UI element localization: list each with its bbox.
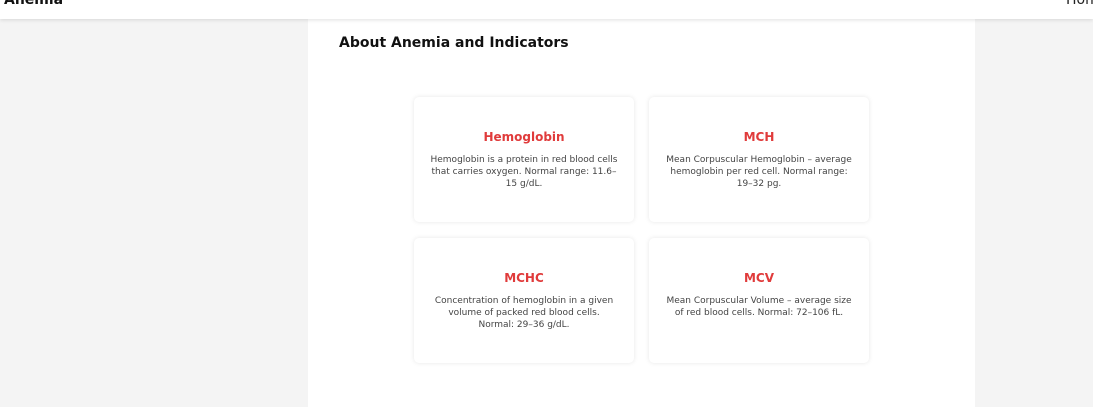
card-text-hemoglobin: Hemoglobin is a protein in red blood cel… <box>430 155 618 189</box>
top-navbar: Anemia Home <box>0 0 1093 19</box>
main-content: About Anemia and Indicators Hemoglobin H… <box>308 19 975 407</box>
card-text-mchc: Concentration of hemoglobin in a given v… <box>434 296 614 330</box>
card-text-mcv: Mean Corpuscular Volume – average size o… <box>666 296 852 318</box>
brand-title[interactable]: Anemia <box>4 0 63 8</box>
card-mchc: MCHC Concentration of hemoglobin in a gi… <box>414 238 634 363</box>
card-title-mch: MCH <box>743 130 775 144</box>
nav-home-link[interactable]: Home <box>1066 0 1093 8</box>
card-mcv: MCV Mean Corpuscular Volume – average si… <box>649 238 869 363</box>
card-title-mchc: MCHC <box>504 271 544 285</box>
section-title: About Anemia and Indicators <box>339 35 569 51</box>
card-mch: MCH Mean Corpuscular Hemoglobin – averag… <box>649 97 869 222</box>
card-hemoglobin: Hemoglobin Hemoglobin is a protein in re… <box>414 97 634 222</box>
card-title-hemoglobin: Hemoglobin <box>483 130 565 144</box>
card-title-mcv: MCV <box>743 271 775 285</box>
card-text-mch: Mean Corpuscular Hemoglobin – average he… <box>666 155 852 189</box>
